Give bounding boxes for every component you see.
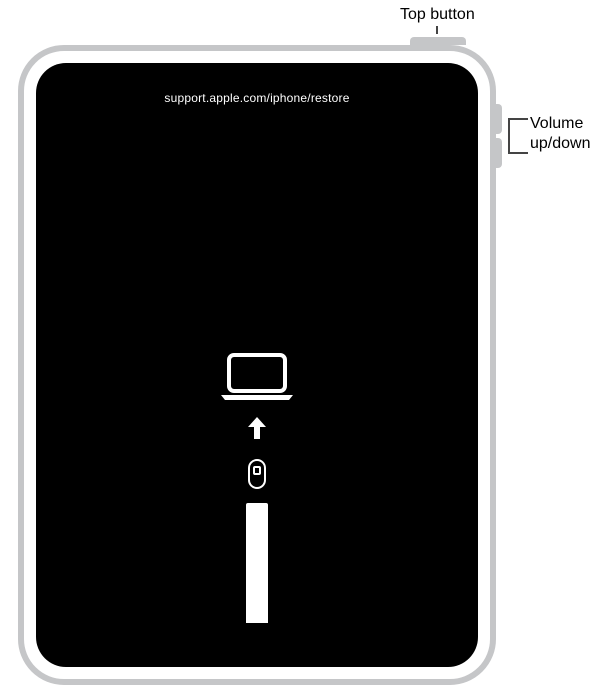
label-volume-buttons: Volume up/down [530, 114, 600, 154]
usb-cable-icon [246, 503, 268, 623]
callout-pointer-volume [508, 118, 510, 154]
callout-pointer-top-button [436, 26, 438, 34]
arrow-up-icon [248, 417, 266, 439]
restore-graphic [36, 353, 478, 623]
device-frame: support.apple.com/iphone/restore [18, 45, 496, 685]
device-screen-recovery-mode: support.apple.com/iphone/restore [36, 63, 478, 667]
usb-c-connector-icon [248, 459, 266, 489]
callout-pointer-volume [508, 152, 528, 154]
callout-pointer-volume [508, 118, 528, 120]
device-top-button [410, 37, 466, 45]
laptop-icon [218, 353, 296, 401]
device-volume-up-button [496, 104, 502, 134]
restore-url-text: support.apple.com/iphone/restore [36, 91, 478, 105]
label-top-button: Top button [400, 6, 475, 24]
device-volume-down-button [496, 138, 502, 168]
